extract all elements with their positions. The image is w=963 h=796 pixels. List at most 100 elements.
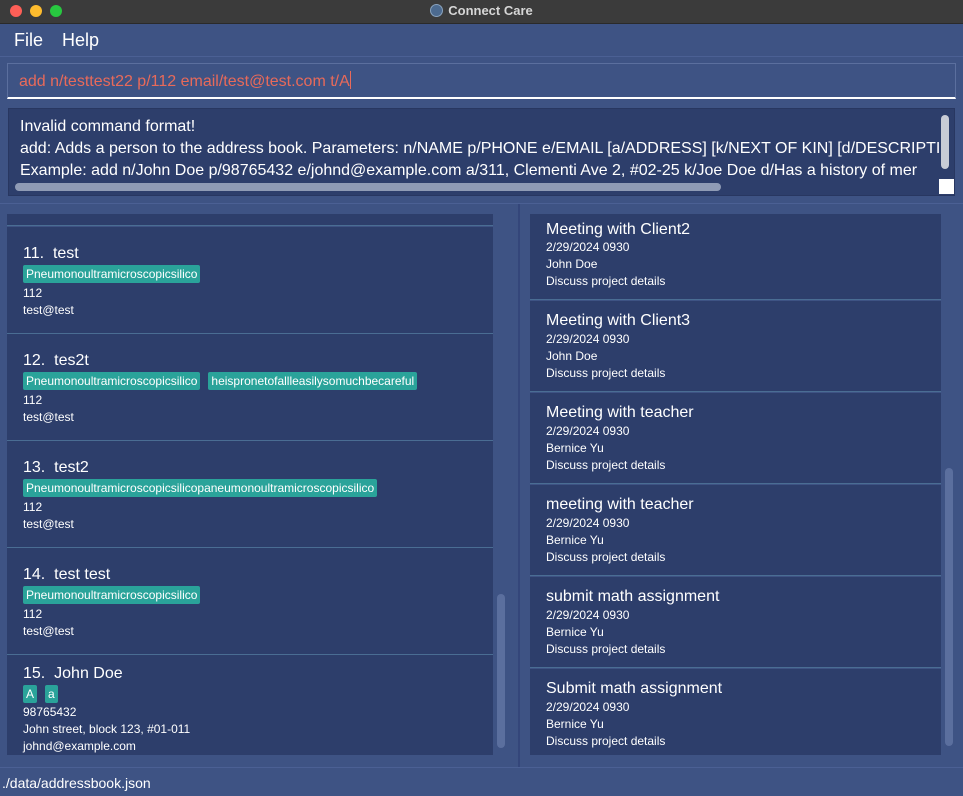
event-datetime: 2/29/2024 0930 <box>546 424 630 438</box>
result-display[interactable]: Invalid command format! add: Adds a pers… <box>8 108 955 196</box>
event-description: Discuss project details <box>546 274 666 288</box>
person-card[interactable]: 12. tes2t Pneumonoultramicroscopicsilico… <box>7 334 493 441</box>
event-title: Meeting with teacher <box>546 404 694 421</box>
person-name-line: 13. test2 <box>23 459 89 477</box>
tag-row: Pneumonoultramicroscopicsilico <box>23 586 208 604</box>
event-person: Bernice Yu <box>546 533 604 547</box>
menu-bar: File Help <box>0 24 963 56</box>
person-card-partial <box>7 214 493 226</box>
event-description: Discuss project details <box>546 366 666 380</box>
event-datetime: 2/29/2024 0930 <box>546 240 630 254</box>
event-card[interactable]: Meeting with teacher 2/29/2024 0930 Bern… <box>530 393 941 484</box>
event-person: Bernice Yu <box>546 441 604 455</box>
save-location: ./data/addressbook.json <box>2 775 151 791</box>
event-title: meeting with teacher <box>546 496 694 513</box>
person-name-line: 12. tes2t <box>23 352 89 370</box>
event-card[interactable]: Meeting with Client3 2/29/2024 0930 John… <box>530 301 941 392</box>
event-datetime: 2/29/2024 0930 <box>546 700 630 714</box>
result-horizontal-scrollbar[interactable] <box>15 183 721 191</box>
event-datetime: 2/29/2024 0930 <box>546 516 630 530</box>
event-description: Discuss project details <box>546 550 666 564</box>
event-description: Discuss project details <box>546 642 666 656</box>
result-line-1: Invalid command format! <box>20 118 196 135</box>
person-phone: 112 <box>23 500 43 514</box>
person-name: test <box>52 245 79 262</box>
result-vertical-scrollbar[interactable] <box>941 115 949 169</box>
event-person: Bernice Yu <box>546 717 604 731</box>
command-input[interactable]: add n/testtest22 p/112 email/test@test.c… <box>7 63 956 99</box>
command-box: add n/testtest22 p/112 email/test@test.c… <box>0 56 963 102</box>
person-name: test test <box>54 566 111 583</box>
window-title: Connect Care <box>448 3 533 18</box>
event-title: Meeting with Client3 <box>546 312 691 329</box>
tag-label: Pneumonoultramicroscopicsilico <box>23 372 201 390</box>
window-title-group: Connect Care <box>0 3 963 18</box>
tag-row: Pneumonoultramicroscopicsilicopaneumonou… <box>23 479 385 497</box>
tag-label: heispronetofallleasilysomuchbecareful <box>208 372 418 390</box>
result-line-2: add: Adds a person to the address book. … <box>20 140 941 157</box>
tag-row: Pneumonoultramicroscopicsilico heispronet… <box>23 372 425 390</box>
person-card[interactable]: 13. test2 Pneumonoultramicroscopicsilico… <box>7 441 493 548</box>
person-card[interactable]: 11. test Pneumonoultramicroscopicsilico … <box>7 227 493 334</box>
event-card[interactable]: Submit math assignment 2/29/2024 0930 Be… <box>530 669 941 755</box>
tag-row: Pneumonoultramicroscopicsilico <box>23 265 208 283</box>
person-phone: 98765432 <box>23 705 77 719</box>
person-index: 14. <box>23 566 46 583</box>
person-list-scrollbar[interactable] <box>497 594 505 748</box>
person-index: 12. <box>23 352 46 369</box>
person-name: test2 <box>54 459 89 476</box>
person-email: test@test <box>23 410 74 424</box>
person-list[interactable]: 11. test Pneumonoultramicroscopicsilico … <box>7 214 493 755</box>
event-person: John Doe <box>546 349 598 363</box>
event-list[interactable]: Meeting with Client2 2/29/2024 0930 John… <box>530 214 941 755</box>
person-card[interactable]: 15. John Doe Aa 98765432 John street, bl… <box>7 655 493 755</box>
status-bar: ./data/addressbook.json <box>0 767 963 796</box>
event-description: Discuss project details <box>546 458 666 472</box>
tag-label: Pneumonoultramicroscopicsilico <box>23 265 201 283</box>
person-address: John street, block 123, #01-011 <box>23 722 191 736</box>
event-list-scrollbar[interactable] <box>945 468 953 746</box>
person-email: test@test <box>23 517 74 531</box>
result-line-3: Example: add n/John Doe p/98765432 e/joh… <box>20 162 918 179</box>
event-datetime: 2/29/2024 0930 <box>546 608 630 622</box>
event-card[interactable]: Meeting with Client2 2/29/2024 0930 John… <box>530 214 941 300</box>
tag-label: A <box>23 685 38 703</box>
menu-file[interactable]: File <box>14 30 43 51</box>
event-description: Discuss project details <box>546 734 666 748</box>
person-index: 13. <box>23 459 46 476</box>
person-name: tes2t <box>54 352 89 369</box>
person-name: John Doe <box>54 665 123 682</box>
person-name-line: 15. John Doe <box>23 665 123 683</box>
person-phone: 112 <box>23 607 43 621</box>
event-person: Bernice Yu <box>546 625 604 639</box>
menu-help[interactable]: Help <box>62 30 99 51</box>
divider <box>0 203 963 204</box>
event-card[interactable]: meeting with teacher 2/29/2024 0930 Bern… <box>530 485 941 576</box>
tag-label: a <box>45 685 58 703</box>
event-title: Meeting with Client2 <box>546 221 691 238</box>
person-index: 15. <box>23 665 46 682</box>
app-logo-icon <box>430 4 444 17</box>
person-email: test@test <box>23 303 74 317</box>
person-index: 11. <box>23 245 45 262</box>
split-pane-divider[interactable] <box>518 204 520 767</box>
tag-label: Pneumonoultramicroscopicsilico <box>23 586 201 604</box>
command-input-text: add n/testtest22 p/112 email/test@test.c… <box>19 73 350 90</box>
text-caret <box>349 71 351 89</box>
event-datetime: 2/29/2024 0930 <box>546 332 630 346</box>
person-card[interactable]: 14. test test Pneumonoultramicroscopicsi… <box>7 548 493 655</box>
person-phone: 112 <box>23 286 43 300</box>
person-name-line: 14. test test <box>23 566 110 584</box>
tag-row: Aa <box>23 685 66 703</box>
event-person: John Doe <box>546 257 598 271</box>
person-phone: 112 <box>23 393 43 407</box>
event-title: Submit math assignment <box>546 680 723 697</box>
title-bar: Connect Care <box>0 0 963 24</box>
scrollbar-corner <box>939 179 954 194</box>
tag-label: Pneumonoultramicroscopicsilicopaneumonou… <box>23 479 378 497</box>
event-card[interactable]: submit math assignment 2/29/2024 0930 Be… <box>530 577 941 668</box>
person-email: johnd@example.com <box>23 739 136 753</box>
event-title: submit math assignment <box>546 588 720 605</box>
person-name-line: 11. test <box>23 245 79 263</box>
person-email: test@test <box>23 624 74 638</box>
